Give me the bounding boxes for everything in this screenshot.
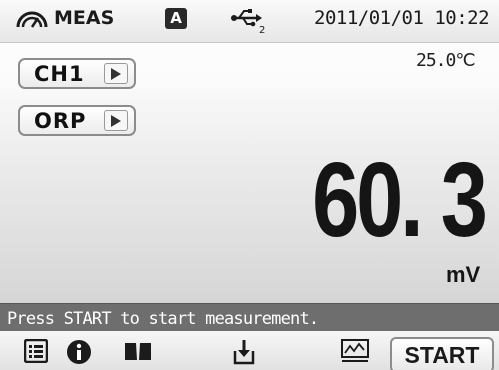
mode-label: MEAS — [54, 7, 115, 29]
status-bar: Press START to start measurement. — [0, 303, 499, 331]
parameter-next-button[interactable] — [104, 110, 128, 131]
header-divider — [0, 42, 499, 43]
channel-selector[interactable]: CH1 — [18, 58, 136, 89]
status-message: Press START to start measurement. — [7, 309, 319, 329]
channel-label: CH1 — [34, 62, 85, 86]
measurement-value: 60. 3 — [312, 141, 488, 259]
temperature-readout: 25.0℃ — [416, 50, 476, 71]
info-icon[interactable] — [66, 339, 92, 365]
measurement-unit: mV — [446, 262, 481, 287]
start-button[interactable]: START — [390, 337, 494, 370]
play-arrow-icon — [111, 115, 121, 127]
usb-index: 2 — [259, 25, 265, 34]
book-icon[interactable] — [123, 339, 153, 363]
datetime-display: 2011/01/01 10:22 — [314, 7, 490, 29]
meter-screen: MEAS A 2 2011/01/01 10:22 CH1 ORP 25.0℃ … — [0, 0, 499, 370]
save-data-icon[interactable] — [232, 339, 256, 365]
header-bar: MEAS A 2 2011/01/01 10:22 — [0, 0, 499, 42]
graph-icon[interactable] — [341, 339, 371, 363]
play-arrow-icon — [111, 68, 121, 80]
usb-icon: 2 — [231, 9, 265, 34]
parameter-label: ORP — [34, 109, 87, 133]
parameter-selector[interactable]: ORP — [18, 105, 136, 136]
auto-mode-badge: A — [165, 8, 187, 29]
menu-list-icon[interactable] — [24, 339, 48, 363]
channel-next-button[interactable] — [104, 63, 128, 84]
gauge-icon — [16, 11, 48, 28]
